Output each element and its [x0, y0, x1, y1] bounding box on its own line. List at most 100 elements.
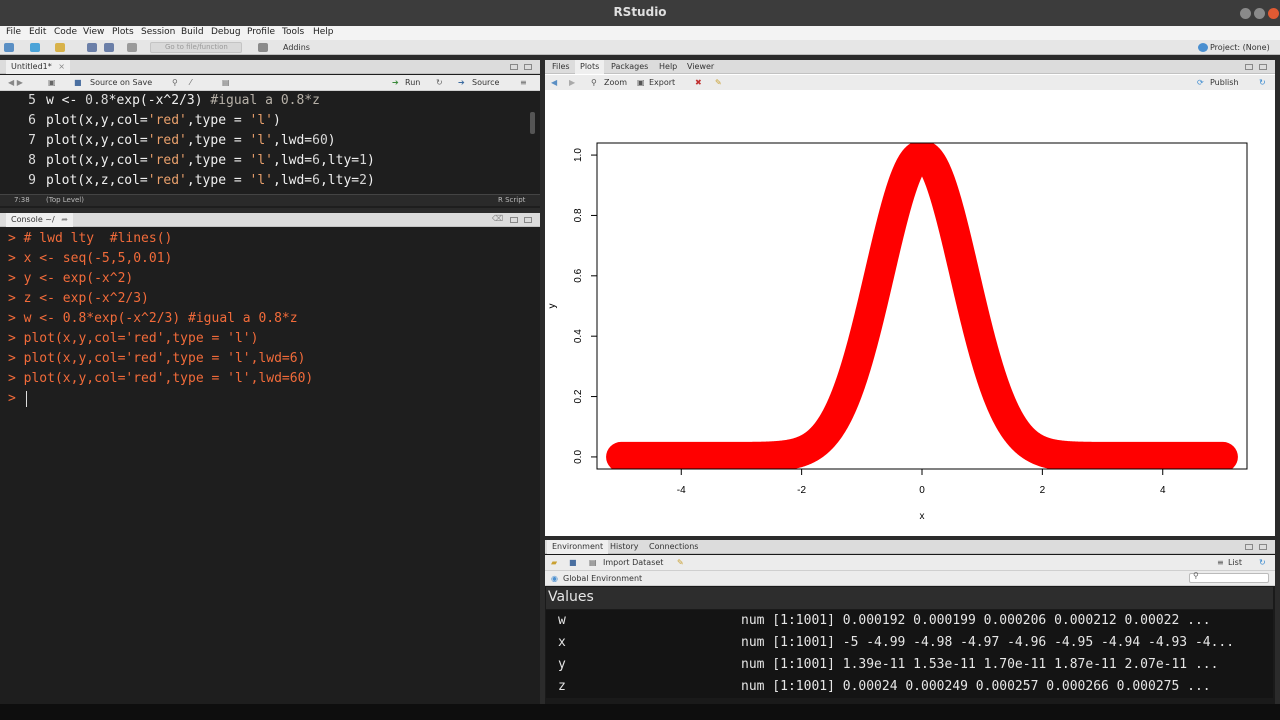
back-arrow-icon[interactable]: ◀ ▶ [8, 78, 23, 87]
project-icon [1198, 43, 1208, 52]
clear-env-icon[interactable]: ✎ [677, 558, 684, 567]
code-line[interactable]: 6 plot(x,y,col='red',type = 'l') [0, 113, 281, 128]
minimize-button[interactable] [1240, 8, 1251, 19]
tab-files[interactable]: Files [547, 60, 575, 74]
tab-environment[interactable]: Environment [547, 540, 609, 554]
file-type-indicator[interactable]: R Script [498, 196, 525, 204]
env-row[interactable]: w num [1:1001] 0.000192 0.000199 0.000206… [546, 610, 1273, 632]
refresh-plot-icon[interactable]: ↻ [1259, 78, 1266, 87]
source-on-save-checkbox[interactable]: Source on Save [90, 78, 152, 87]
clear-plots-icon[interactable]: ✎ [715, 78, 722, 87]
maximize-button[interactable] [1254, 8, 1265, 19]
maximize-viewer-icon[interactable] [1259, 64, 1267, 70]
code-line[interactable]: 5 w <- 0.8*exp(-x^2/3) #igual a 0.8*z [0, 93, 320, 108]
maximize-pane-icon[interactable] [524, 64, 532, 70]
menu-edit[interactable]: Edit [29, 27, 46, 37]
menu-view[interactable]: View [83, 27, 104, 37]
export-button[interactable]: Export [649, 78, 675, 87]
menu-code[interactable]: Code [54, 27, 77, 37]
env-row[interactable]: y num [1:1001] 1.39e-11 1.53e-11 1.70e-11… [546, 654, 1273, 676]
code-line[interactable]: 7 plot(x,y,col='red',type = 'l',lwd=60) [0, 133, 335, 148]
maximize-console-icon[interactable] [524, 217, 532, 223]
close-tab-icon[interactable]: × [58, 62, 65, 71]
code-line[interactable]: 9 plot(x,z,col='red',type = 'l',lwd=6,lty… [0, 173, 375, 188]
menu-session[interactable]: Session [141, 27, 175, 37]
code-token: 6 [312, 173, 320, 188]
print-icon[interactable] [127, 43, 137, 52]
minimize-env-icon[interactable] [1245, 544, 1253, 550]
maximize-env-icon[interactable] [1259, 544, 1267, 550]
save-all-icon[interactable] [104, 43, 114, 52]
new-file-icon[interactable] [4, 43, 14, 52]
rerun-icon[interactable]: ↻ [436, 78, 443, 87]
source-button[interactable]: Source [472, 78, 499, 87]
notebook-icon[interactable]: ▤ [222, 78, 230, 87]
outline-icon[interactable]: ≡ [520, 78, 527, 87]
save-workspace-icon[interactable]: ■ [569, 558, 577, 567]
save-file-icon[interactable]: ■ [74, 78, 82, 87]
env-var-name: w [558, 613, 566, 628]
grid-icon[interactable] [258, 43, 268, 52]
bottom-bar [0, 704, 1280, 720]
go-to-dir-icon[interactable]: ➦ [61, 215, 68, 224]
console-line: > y <- exp(-x^2) [8, 271, 134, 286]
tab-packages[interactable]: Packages [606, 60, 653, 74]
minimize-pane-icon[interactable] [510, 64, 518, 70]
code-token: 'red' [147, 113, 187, 128]
menu-help[interactable]: Help [313, 27, 334, 37]
editor-scrollbar[interactable] [530, 112, 535, 134]
next-plot-icon[interactable]: ▶ [569, 78, 575, 87]
load-workspace-icon[interactable]: ▰ [551, 558, 557, 567]
minimize-console-icon[interactable] [510, 217, 518, 223]
env-row[interactable]: z num [1:1001] 0.00024 0.000249 0.000257 … [546, 676, 1273, 698]
tab-history[interactable]: History [605, 540, 643, 554]
code-line[interactable]: 8 plot(x,y,col='red',type = 'l',lwd=6,lty… [0, 153, 375, 168]
tab-connections[interactable]: Connections [644, 540, 703, 554]
import-dataset-button[interactable]: Import Dataset [603, 558, 663, 567]
tab-console[interactable]: Console ~/ ➦ [6, 213, 73, 227]
show-in-window-icon[interactable]: ▣ [48, 78, 56, 87]
previous-plot-icon[interactable]: ◀ [551, 78, 557, 87]
search-icon[interactable]: ⚲ [172, 78, 178, 87]
code-token: ,lwd= [273, 133, 313, 148]
save-icon[interactable] [87, 43, 97, 52]
global-env-icon: ◉ [551, 574, 558, 583]
menu-build[interactable]: Build [181, 27, 204, 37]
menu-profile[interactable]: Profile [247, 27, 275, 37]
zoom-button[interactable]: Zoom [604, 78, 627, 87]
console-tabbar: Console ~/ ➦ ⌫ [0, 213, 540, 227]
tab-viewer[interactable]: Viewer [682, 60, 719, 74]
remove-plot-icon[interactable]: ✖ [695, 78, 702, 87]
x-axis-label: x [920, 511, 925, 522]
view-mode-dropdown[interactable]: List [1228, 558, 1242, 567]
clear-console-icon[interactable]: ⌫ [492, 214, 503, 223]
minimize-viewer-icon[interactable] [1245, 64, 1253, 70]
menu-plots[interactable]: Plots [112, 27, 134, 37]
wand-icon[interactable]: ⁄ [190, 78, 191, 87]
env-row[interactable]: x num [1:1001] -5 -4.99 -4.98 -4.97 -4.96… [546, 632, 1273, 654]
tab-help[interactable]: Help [654, 60, 682, 74]
menu-file[interactable]: File [6, 27, 21, 37]
close-button[interactable] [1268, 8, 1279, 19]
code-token: ) [366, 173, 375, 188]
new-project-icon[interactable] [30, 43, 40, 52]
open-folder-icon[interactable] [55, 43, 65, 52]
goto-file-input[interactable]: Go to file/function [150, 42, 242, 53]
scope-indicator[interactable]: (Top Level) [46, 196, 84, 204]
scope-dropdown[interactable]: Global Environment [563, 574, 642, 583]
code-token: 'red' [147, 173, 187, 188]
publish-button[interactable]: Publish [1210, 78, 1239, 87]
data-line [606, 143, 1238, 469]
tab-plots[interactable]: Plots [575, 60, 605, 74]
project-menu[interactable]: Project: (None) [1210, 43, 1270, 52]
env-search-input[interactable]: ⚲ [1189, 571, 1269, 583]
addins-button[interactable]: Addins [283, 43, 310, 52]
menu-debug[interactable]: Debug [211, 27, 241, 37]
run-button[interactable]: Run [405, 78, 420, 87]
console-line: > w <- 0.8*exp(-x^2/3) #igual a 0.8*z [8, 311, 298, 326]
refresh-env-icon[interactable]: ↻ [1259, 558, 1266, 567]
env-var-value: num [1:1001] 1.39e-11 1.53e-11 1.70e-11 … [741, 657, 1219, 672]
console-line: > plot(x,y,col='red',type = 'l') [8, 331, 259, 346]
tab-untitled1[interactable]: Untitled1* × [6, 60, 70, 74]
menu-tools[interactable]: Tools [282, 27, 304, 37]
